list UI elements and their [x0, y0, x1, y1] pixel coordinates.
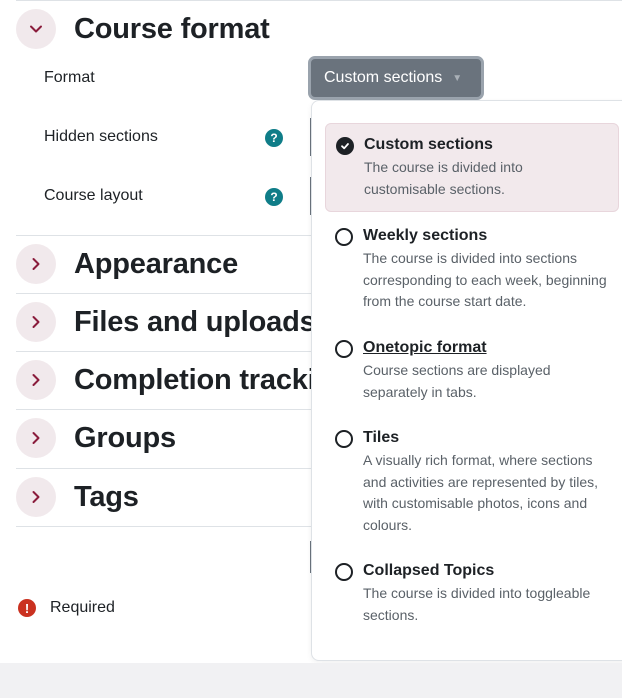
required-label: Required [50, 599, 115, 616]
chevron-right-icon[interactable] [16, 302, 56, 342]
section-tags[interactable]: Tags [16, 477, 139, 517]
format-option-tiles[interactable]: Tiles A visually rich format, where sect… [325, 417, 619, 547]
footer-band [0, 663, 622, 698]
section-course-format[interactable]: Course format [16, 9, 270, 49]
chevron-right-icon[interactable] [16, 360, 56, 400]
option-title: Weekly sections [363, 227, 488, 244]
section-title: Completion tracking [74, 363, 351, 396]
option-description: The course is divided into sections corr… [363, 250, 607, 309]
format-option-collapsed-topics[interactable]: Collapsed Topics The course is divided i… [325, 550, 619, 637]
option-description: The course is divided into toggleable se… [363, 585, 591, 623]
radio-empty-icon [335, 228, 353, 246]
question-circle-icon[interactable]: ? [265, 188, 283, 206]
section-files-and-uploads[interactable]: Files and uploads [16, 302, 316, 342]
format-option-custom-sections[interactable]: Custom sections The course is divided in… [325, 123, 619, 212]
format-option-weekly-sections[interactable]: Weekly sections The course is divided in… [325, 215, 619, 324]
radio-empty-icon [335, 430, 353, 448]
format-select-value: Custom sections [324, 69, 443, 86]
section-appearance[interactable]: Appearance [16, 244, 238, 284]
check-icon [336, 137, 354, 155]
section-title: Files and uploads [74, 305, 316, 338]
chevron-right-icon[interactable] [16, 418, 56, 458]
question-circle-icon[interactable]: ? [265, 129, 283, 147]
option-title: Onetopic format [363, 339, 487, 356]
caret-down-icon: ▼ [452, 72, 463, 84]
section-completion-tracking[interactable]: Completion tracking [16, 360, 351, 400]
format-select[interactable]: Custom sections ▼ [308, 56, 484, 100]
option-title: Custom sections [364, 136, 493, 153]
top-divider [16, 0, 622, 1]
section-divider [16, 409, 312, 410]
section-title: Course format [74, 12, 270, 45]
radio-empty-icon [335, 563, 353, 581]
chevron-right-icon[interactable] [16, 477, 56, 517]
section-divider [16, 293, 312, 294]
section-title: Groups [74, 421, 176, 454]
course-settings-page: Course format Format Custom sections ▼ H… [0, 0, 622, 663]
option-title: Collapsed Topics [363, 562, 495, 579]
exclamation-circle-icon: ! [18, 599, 36, 617]
course-layout-label: Course layout [44, 187, 143, 204]
radio-empty-icon [335, 340, 353, 358]
section-title: Tags [74, 480, 139, 513]
section-divider [16, 526, 312, 527]
format-option-onetopic-format[interactable]: Onetopic format Course sections are disp… [325, 327, 619, 414]
required-legend: ! Required [18, 599, 115, 617]
format-label: Format [44, 69, 95, 86]
section-divider [16, 235, 312, 236]
chevron-down-icon[interactable] [16, 9, 56, 49]
option-title: Tiles [363, 429, 400, 446]
section-divider [16, 351, 312, 352]
option-description: A visually rich format, where sections a… [363, 452, 599, 533]
option-description: Course sections are displayed separately… [363, 362, 551, 400]
section-divider [16, 468, 312, 469]
format-dropdown-menu: Custom sections The course is divided in… [311, 100, 622, 661]
option-description: The course is divided into customisable … [364, 159, 523, 197]
chevron-right-icon[interactable] [16, 244, 56, 284]
section-title: Appearance [74, 247, 239, 280]
section-groups[interactable]: Groups [16, 418, 176, 458]
hidden-sections-label: Hidden sections [44, 128, 158, 145]
